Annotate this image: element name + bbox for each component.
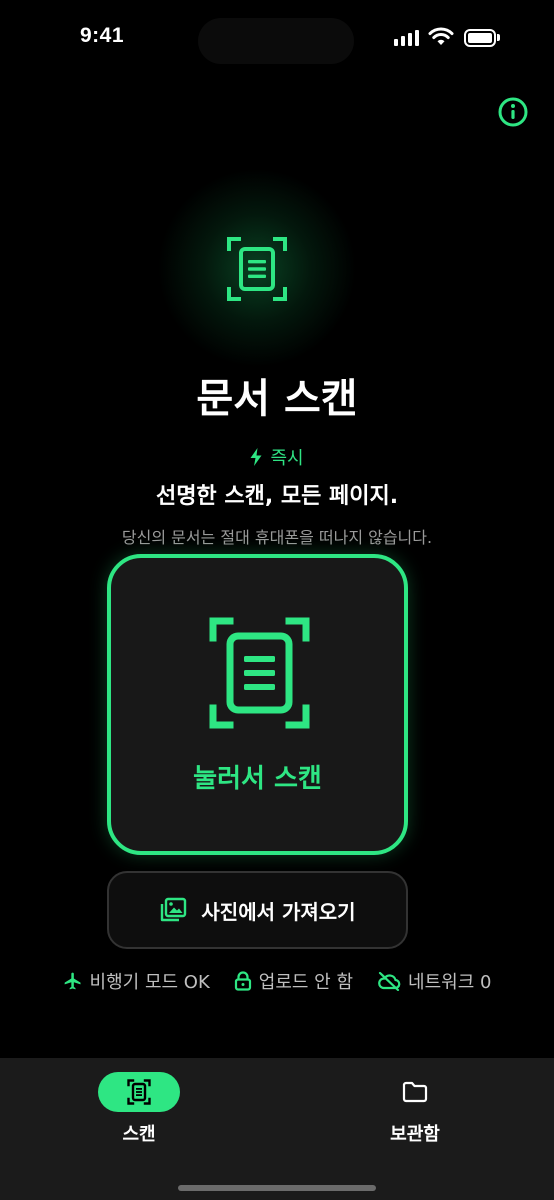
instant-badge: 즉시 xyxy=(0,444,554,470)
info-icon[interactable] xyxy=(497,96,529,128)
tap-to-scan-button[interactable]: 눌러서 스캔 xyxy=(107,554,408,855)
cloud-off-icon xyxy=(378,971,401,991)
import-from-photos-button[interactable]: 사진에서 가져오기 xyxy=(107,871,408,949)
privacy-features: 비행기 모드 OK 업로드 안 함 네트워크 0 xyxy=(0,962,554,1000)
badge-text: 즉시 xyxy=(270,448,304,469)
tab-archive-label: 보관함 xyxy=(390,1124,440,1145)
dynamic-island xyxy=(198,18,354,64)
battery-tip xyxy=(497,34,500,41)
cellular-signal-icon xyxy=(394,30,419,46)
feature-airplane-mode: 비행기 모드 OK xyxy=(63,968,210,994)
battery-icon xyxy=(464,29,496,47)
tab-scan-label: 스캔 xyxy=(122,1124,156,1145)
tagline: 당신의 문서는 절대 휴대폰을 떠나지 않습니다. xyxy=(121,528,433,547)
feature-no-upload: 업로드 안 함 xyxy=(234,968,353,994)
feature-label: 비행기 모드 OK xyxy=(89,972,210,993)
tab-bar: 스캔 보관함 xyxy=(0,1058,554,1200)
status-time: 9:41 xyxy=(80,24,125,47)
tab-archive-icon-wrap xyxy=(374,1072,456,1112)
tab-active-indicator xyxy=(98,1072,180,1112)
wifi-icon xyxy=(428,27,454,45)
photo-library-icon xyxy=(161,897,187,922)
document-scan-icon xyxy=(209,617,310,729)
feature-label: 업로드 안 함 xyxy=(258,972,354,993)
status-bar: 9:41 xyxy=(0,0,554,80)
document-scan-icon xyxy=(127,1079,151,1105)
airplane-icon xyxy=(64,972,81,990)
subtitle: 선명한 스캔, 모든 페이지. xyxy=(155,484,399,509)
page-title: 문서 스캔 xyxy=(196,376,358,422)
feature-no-network: 네트워크 0 xyxy=(377,968,491,994)
lightning-icon xyxy=(250,448,262,466)
tap-to-scan-label: 눌러서 스캔 xyxy=(193,764,322,794)
home-indicator xyxy=(178,1185,376,1191)
tab-archive[interactable]: 보관함 xyxy=(335,1072,495,1146)
document-scan-icon xyxy=(227,237,287,301)
lock-icon xyxy=(234,971,251,991)
folder-icon xyxy=(402,1081,428,1103)
import-from-photos-label: 사진에서 가져오기 xyxy=(201,899,356,924)
tab-scan[interactable]: 스캔 xyxy=(59,1072,219,1146)
feature-label: 네트워크 0 xyxy=(408,972,492,993)
